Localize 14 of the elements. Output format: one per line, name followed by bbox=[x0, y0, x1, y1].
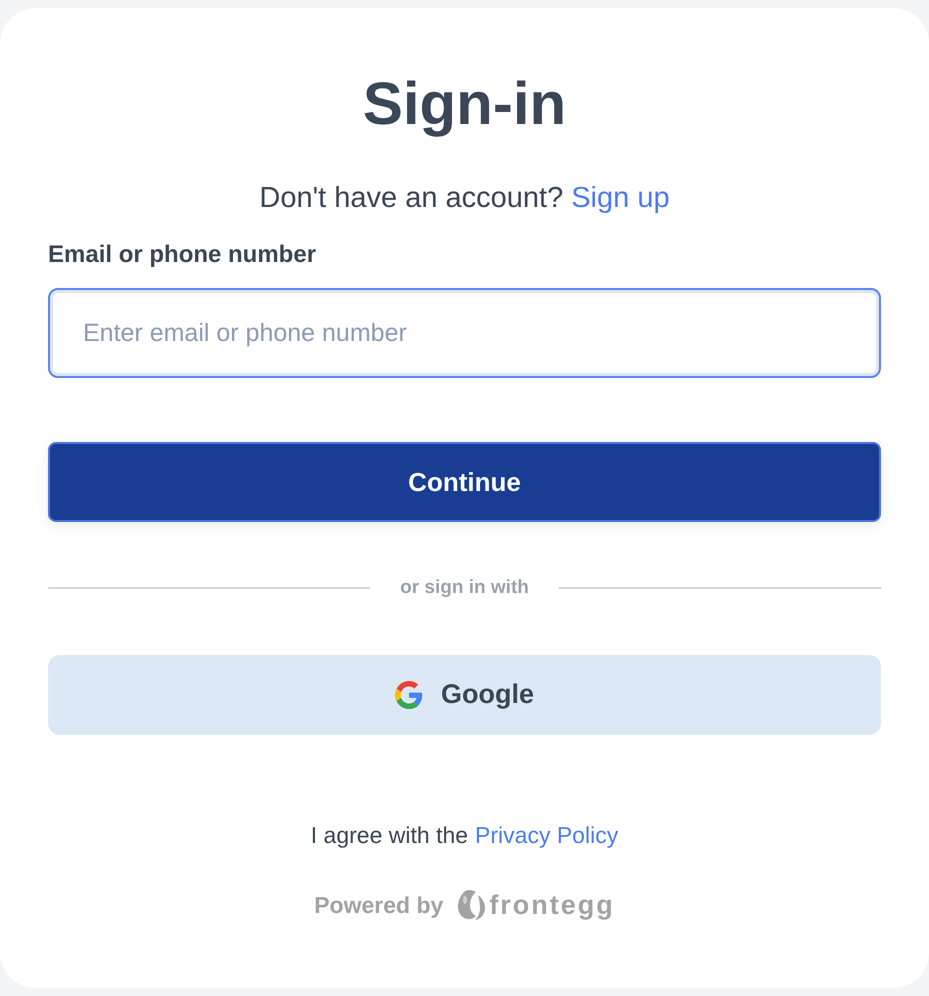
continue-button[interactable]: Continue bbox=[48, 442, 881, 522]
field-label: Email or phone number bbox=[48, 240, 318, 270]
brand-name: frontegg bbox=[489, 888, 615, 922]
page-title: Sign-in bbox=[362, 69, 568, 139]
agreement-text: I agree with the bbox=[310, 820, 468, 850]
powered-by-text: Powered by bbox=[314, 890, 444, 920]
privacy-policy-link[interactable]: Privacy Policy bbox=[475, 818, 618, 850]
google-icon bbox=[395, 680, 423, 708]
divider-label: or sign in with bbox=[400, 576, 529, 600]
egg-logo-icon bbox=[457, 888, 488, 921]
google-sign-in-button[interactable]: Google bbox=[48, 654, 881, 734]
signup-prompt: Don't have an account? bbox=[259, 181, 564, 216]
sign-up-link[interactable]: Sign up bbox=[571, 178, 670, 218]
email-field[interactable]: Enter email or phone number bbox=[48, 288, 881, 378]
